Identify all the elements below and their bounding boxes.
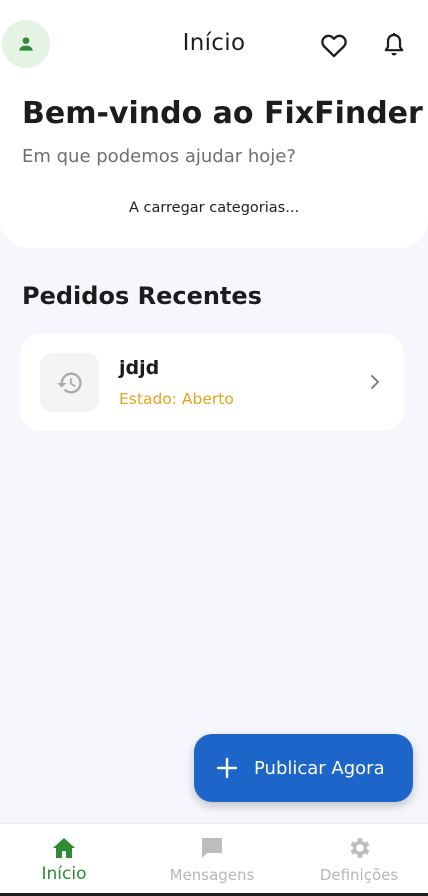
welcome-subtitle: Em que podemos ajudar hoje? bbox=[22, 146, 296, 167]
nav-label-settings: Definições bbox=[319, 866, 399, 884]
nav-item-settings[interactable]: Definições bbox=[295, 824, 423, 896]
page-title: Início bbox=[182, 30, 246, 56]
favorites-button[interactable] bbox=[319, 30, 349, 60]
request-status: Estado: Aberto bbox=[119, 390, 234, 408]
app-bar: Início bbox=[0, 0, 428, 90]
plus-icon bbox=[216, 757, 238, 779]
bell-icon bbox=[384, 33, 404, 56]
welcome-heading: Bem-vindo ao FixFinder bbox=[22, 96, 423, 131]
chevron-right-icon bbox=[371, 375, 379, 389]
history-icon bbox=[56, 372, 82, 393]
categories-loading-text: A carregar categorias... bbox=[128, 200, 300, 216]
bottom-navigation: Início Mensagens Definições bbox=[0, 823, 428, 896]
publish-now-button[interactable]: Publicar Agora bbox=[194, 734, 413, 802]
request-title: jdjd bbox=[119, 357, 160, 379]
recent-request-card[interactable]: jdjd Estado: Aberto bbox=[20, 333, 404, 431]
request-icon-box bbox=[40, 353, 99, 412]
nav-label-home: Início bbox=[41, 864, 87, 884]
publish-now-label: Publicar Agora bbox=[254, 757, 385, 779]
gear-icon bbox=[350, 838, 370, 858]
home-icon bbox=[53, 838, 75, 858]
chat-icon bbox=[202, 838, 222, 858]
nav-item-messages[interactable]: Mensagens bbox=[141, 824, 283, 896]
notifications-button[interactable] bbox=[379, 30, 409, 60]
nav-label-messages: Mensagens bbox=[169, 866, 255, 884]
recent-requests-title: Pedidos Recentes bbox=[22, 282, 262, 310]
nav-item-home[interactable]: Início bbox=[0, 824, 128, 896]
heart-icon bbox=[321, 34, 347, 58]
